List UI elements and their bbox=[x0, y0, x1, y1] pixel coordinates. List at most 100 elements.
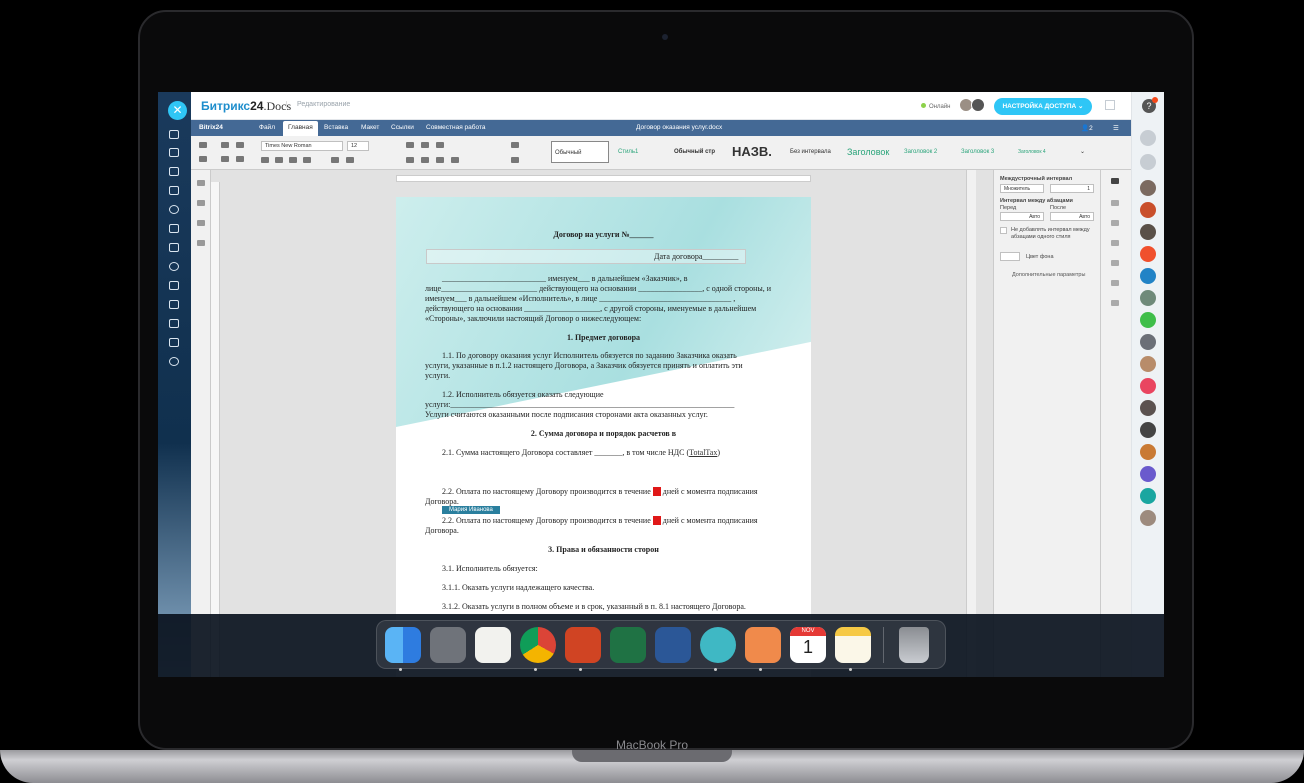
style-no-spacing[interactable]: Без интервала bbox=[787, 141, 842, 163]
avatar[interactable] bbox=[1140, 224, 1156, 240]
multilevel-list-icon[interactable] bbox=[436, 142, 444, 148]
lock-icon[interactable] bbox=[1140, 246, 1156, 262]
header-settings-icon[interactable] bbox=[1111, 240, 1119, 246]
print-icon[interactable] bbox=[169, 281, 179, 290]
font-name-select[interactable]: Times New Roman bbox=[261, 141, 343, 151]
clear-style-icon[interactable] bbox=[511, 142, 519, 148]
excel-icon[interactable] bbox=[610, 627, 646, 663]
advanced-settings-link[interactable]: Дополнительные параметры bbox=[1012, 272, 1085, 278]
bold-icon[interactable] bbox=[261, 157, 269, 163]
align-right-icon[interactable] bbox=[436, 157, 444, 163]
style-heading4[interactable]: Заголовок 4 bbox=[1015, 141, 1070, 163]
avatar[interactable] bbox=[1140, 356, 1156, 372]
tab-collaboration[interactable]: Совместная работа bbox=[426, 124, 485, 131]
horizontal-ruler[interactable] bbox=[396, 175, 811, 182]
mail-icon[interactable] bbox=[169, 338, 179, 347]
save-icon[interactable] bbox=[199, 156, 207, 162]
chrome-icon[interactable] bbox=[520, 627, 556, 663]
coeditor-avatars[interactable] bbox=[959, 98, 987, 113]
finder-icon[interactable] bbox=[385, 627, 421, 663]
tasks-icon[interactable] bbox=[169, 148, 179, 157]
avatar[interactable] bbox=[1140, 334, 1156, 350]
bitrix-logo[interactable]: Битрикс24.Docs bbox=[201, 99, 291, 114]
highlight-icon[interactable] bbox=[331, 157, 339, 163]
redo-icon[interactable] bbox=[236, 156, 244, 162]
no-space-checkbox[interactable] bbox=[1000, 227, 1007, 234]
font-size-select[interactable]: 12 bbox=[347, 141, 369, 151]
spacing-after-input[interactable]: Авто bbox=[1050, 212, 1094, 221]
calendar-icon[interactable] bbox=[169, 243, 179, 252]
chat-icon[interactable] bbox=[169, 130, 179, 139]
copy-style-icon[interactable] bbox=[511, 157, 519, 163]
bitrix24-icon[interactable] bbox=[1140, 268, 1156, 284]
strikethrough-icon[interactable] bbox=[303, 157, 311, 163]
search-icon[interactable] bbox=[1140, 154, 1156, 170]
notes-icon[interactable] bbox=[475, 627, 511, 663]
settings-icon[interactable] bbox=[169, 357, 179, 366]
vertical-scrollbar[interactable] bbox=[966, 170, 976, 677]
help-icon[interactable]: ? bbox=[1142, 97, 1158, 113]
word-icon[interactable] bbox=[655, 627, 691, 663]
window-icon[interactable] bbox=[169, 319, 179, 328]
bitrix24-icon[interactable] bbox=[700, 627, 736, 663]
spacing-before-input[interactable]: Авто bbox=[1000, 212, 1044, 221]
style-1[interactable]: Стиль1 bbox=[615, 141, 667, 163]
align-left-icon[interactable] bbox=[406, 157, 414, 163]
tab-insert[interactable]: Вставка bbox=[324, 124, 348, 131]
line-spacing-value-input[interactable]: 1 bbox=[1050, 184, 1094, 193]
justify-icon[interactable] bbox=[451, 157, 459, 163]
style-title[interactable]: НАЗВ. bbox=[729, 141, 784, 163]
style-normal-page[interactable]: Обычный стр bbox=[671, 141, 723, 163]
chat-icon[interactable] bbox=[1140, 466, 1156, 482]
paste-icon[interactable] bbox=[236, 142, 244, 148]
fullscreen-icon[interactable] bbox=[1105, 100, 1115, 110]
avatar[interactable] bbox=[1140, 422, 1156, 438]
copy-icon[interactable] bbox=[221, 142, 229, 148]
calendar-icon[interactable]: NOV 1 bbox=[790, 627, 826, 663]
avatar[interactable] bbox=[1140, 400, 1156, 416]
avatar[interactable] bbox=[1140, 202, 1156, 218]
avatar[interactable] bbox=[1140, 444, 1156, 460]
italic-icon[interactable] bbox=[275, 157, 283, 163]
avatar[interactable] bbox=[1140, 290, 1156, 306]
trash-icon[interactable] bbox=[899, 627, 929, 663]
shape-settings-icon[interactable] bbox=[1111, 260, 1119, 266]
table-settings-icon[interactable] bbox=[1111, 200, 1119, 206]
filter-icon[interactable] bbox=[169, 300, 179, 309]
font-color-icon[interactable] bbox=[346, 157, 354, 163]
chat-icon[interactable] bbox=[1140, 378, 1156, 394]
chat-icon[interactable] bbox=[1140, 312, 1156, 328]
style-heading3[interactable]: Заголовок 3 bbox=[958, 141, 1013, 163]
history-icon[interactable] bbox=[197, 240, 205, 246]
align-center-icon[interactable] bbox=[421, 157, 429, 163]
chart-settings-icon[interactable] bbox=[1111, 280, 1119, 286]
comments-icon[interactable] bbox=[197, 200, 205, 206]
bitrix24-desktop-icon[interactable] bbox=[745, 627, 781, 663]
style-heading1[interactable]: Заголовок bbox=[844, 141, 899, 163]
clock-icon[interactable] bbox=[169, 262, 179, 271]
notes-yellow-icon[interactable] bbox=[835, 627, 871, 663]
document-page[interactable]: Договор на услуги №______ Дата договора_… bbox=[396, 197, 811, 677]
tab-references[interactable]: Ссылки bbox=[391, 124, 414, 131]
powerpoint-icon[interactable] bbox=[565, 627, 601, 663]
group-icon[interactable] bbox=[169, 186, 179, 195]
signature-icon[interactable] bbox=[1111, 300, 1119, 306]
image-settings-icon[interactable] bbox=[1111, 220, 1119, 226]
undo-icon[interactable] bbox=[221, 156, 229, 162]
messages-icon[interactable] bbox=[169, 167, 179, 176]
search-icon[interactable] bbox=[197, 180, 205, 186]
users-icon[interactable]: 👤2 bbox=[1081, 124, 1093, 132]
bullet-list-icon[interactable] bbox=[406, 142, 414, 148]
paragraph-settings-icon[interactable] bbox=[1111, 178, 1119, 184]
system-preferences-icon[interactable] bbox=[430, 627, 466, 663]
notifications-icon[interactable] bbox=[1140, 130, 1156, 146]
drive-icon[interactable] bbox=[169, 205, 179, 214]
chevron-down-icon[interactable]: ⌄ bbox=[1077, 141, 1097, 163]
total-tax-field[interactable]: TotalTax bbox=[689, 448, 717, 457]
chat-icon[interactable] bbox=[197, 220, 205, 226]
tab-file[interactable]: Файл bbox=[259, 124, 275, 131]
print-icon[interactable] bbox=[199, 142, 207, 148]
style-normal[interactable]: Обычный bbox=[551, 141, 609, 163]
avatar[interactable] bbox=[1140, 180, 1156, 196]
close-icon[interactable]: ✕ bbox=[168, 101, 187, 120]
